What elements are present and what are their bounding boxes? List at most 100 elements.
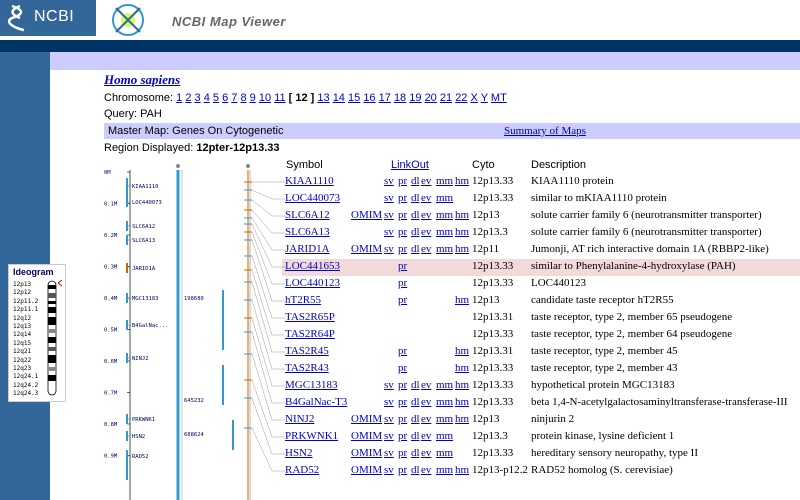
chromosome-link-x[interactable]: X [471,92,478,104]
chromosome-link-21[interactable]: 21 [440,92,452,104]
linkout-omim-link[interactable]: OMIM [351,413,382,425]
chromosome-link-6[interactable]: 6 [222,92,228,104]
linkout-ev-link[interactable]: ev [421,430,431,442]
chromosome-link-2[interactable]: 2 [185,92,191,104]
chromosome-link-mt[interactable]: MT [491,92,507,104]
linkout-dl-link[interactable]: dl [411,192,420,204]
gene-symbol-link[interactable]: B4GalNac-T3 [285,396,347,408]
linkout-pr-link[interactable]: pr [398,243,407,255]
linkout-ev-link[interactable]: ev [421,379,431,391]
gene-symbol-link[interactable]: TAS2R65P [285,311,335,323]
linkout-ev-link[interactable]: ev [421,192,431,204]
gene-symbol-link[interactable]: hT2R55 [285,294,321,306]
linkout-sv-link[interactable]: sv [384,226,394,238]
linkout-dl-link[interactable]: dl [411,209,420,221]
chromosome-link-5[interactable]: 5 [213,92,219,104]
linkout-pr-link[interactable]: pr [398,464,407,476]
map-gene-label[interactable]: LOC440073 [132,200,162,206]
linkout-dl-link[interactable]: dl [411,447,420,459]
map-gene-label[interactable]: JARID1A [132,266,156,272]
linkout-sv-link[interactable]: sv [384,243,394,255]
linkout-hm-link[interactable]: hm [455,379,469,391]
linkout-ev-link[interactable]: ev [421,413,431,425]
map-gene-label[interactable]: RAD52 [132,454,149,460]
linkout-pr-link[interactable]: pr [398,379,407,391]
ncbi-logo[interactable]: NCBI [0,0,96,36]
linkout-mm-link[interactable]: mm [436,243,453,255]
linkout-dl-link[interactable]: dl [411,413,420,425]
linkout-pr-link[interactable]: pr [398,447,407,459]
chromosome-link-4[interactable]: 4 [204,92,210,104]
linkout-hm-link[interactable]: hm [455,226,469,238]
linkout-sv-link[interactable]: sv [384,430,394,442]
linkout-mm-link[interactable]: mm [436,396,453,408]
linkout-pr-link[interactable]: pr [398,430,407,442]
gene-symbol-link[interactable]: SLC6A13 [285,226,330,238]
linkout-dl-link[interactable]: dl [411,243,420,255]
linkout-dl-link[interactable]: dl [411,226,420,238]
gene-symbol-link[interactable]: LOC441653 [285,260,340,272]
linkout-ev-link[interactable]: ev [421,447,431,459]
gene-symbol-link[interactable]: TAS2R43 [285,362,329,374]
chromosome-link-9[interactable]: 9 [250,92,256,104]
gene-symbol-link[interactable]: PRKWNK1 [285,430,338,442]
chromosome-link-15[interactable]: 15 [348,92,360,104]
linkout-sv-link[interactable]: sv [384,379,394,391]
gene-symbol-link[interactable]: NINJ2 [285,413,314,425]
linkout-omim-link[interactable]: OMIM [351,209,382,221]
chromosome-link-1[interactable]: 1 [176,92,182,104]
chromosome-link-16[interactable]: 16 [363,92,375,104]
gene-symbol-link[interactable]: RAD52 [285,464,319,476]
linkout-hm-link[interactable]: hm [455,396,469,408]
chromosome-link-10[interactable]: 10 [259,92,271,104]
gene-symbol-link[interactable]: LOC440123 [285,277,340,289]
contig-label[interactable]: 645232 [184,398,204,404]
chromosome-link-8[interactable]: 8 [240,92,246,104]
linkout-column-header[interactable]: LinkOut [391,159,429,171]
linkout-omim-link[interactable]: OMIM [351,243,382,255]
map-gene-label[interactable]: PRKWNK1 [132,417,155,423]
linkout-mm-link[interactable]: mm [436,447,453,459]
linkout-ev-link[interactable]: ev [421,209,431,221]
chromosome-link-17[interactable]: 17 [379,92,391,104]
gene-symbol-link[interactable]: SLC6A12 [285,209,330,221]
linkout-sv-link[interactable]: sv [384,175,394,187]
linkout-pr-link[interactable]: pr [398,175,407,187]
linkout-omim-link[interactable]: OMIM [351,447,382,459]
linkout-dl-link[interactable]: dl [411,175,420,187]
linkout-pr-link[interactable]: pr [398,345,407,357]
linkout-mm-link[interactable]: mm [436,379,453,391]
linkout-hm-link[interactable]: hm [455,345,469,357]
linkout-sv-link[interactable]: sv [384,209,394,221]
gene-symbol-link[interactable]: LOC440073 [285,192,340,204]
gene-symbol-link[interactable]: TAS2R64P [285,328,335,340]
map-gene-label[interactable]: SLC6A12 [132,224,155,230]
map-gene-label[interactable]: NINJ2 [132,356,149,362]
linkout-pr-link[interactable]: pr [398,277,407,289]
gene-symbol-link[interactable]: MGC13183 [285,379,338,391]
linkout-dl-link[interactable]: dl [411,396,420,408]
linkout-sv-link[interactable]: sv [384,192,394,204]
gene-symbol-link[interactable]: KIAA1110 [285,175,334,187]
linkout-hm-link[interactable]: hm [455,209,469,221]
linkout-hm-link[interactable]: hm [455,294,469,306]
linkout-ev-link[interactable]: ev [421,464,431,476]
linkout-dl-link[interactable]: dl [411,379,420,391]
contig-label[interactable]: 198680 [184,296,204,302]
linkout-ev-link[interactable]: ev [421,175,431,187]
chromosome-link-22[interactable]: 22 [455,92,467,104]
chromosome-link-20[interactable]: 20 [425,92,437,104]
gene-symbol-link[interactable]: JARID1A [285,243,330,255]
linkout-mm-link[interactable]: mm [436,464,453,476]
chromosome-link-3[interactable]: 3 [195,92,201,104]
linkout-dl-link[interactable]: dl [411,430,420,442]
linkout-pr-link[interactable]: pr [398,396,407,408]
linkout-ev-link[interactable]: ev [421,243,431,255]
species-link[interactable]: Homo sapiens [104,72,180,88]
linkout-mm-link[interactable]: mm [436,175,453,187]
chromosome-ideogram[interactable]: Ideogram 12p13 12p12 12p11.2 12p11.1 12q12 12… [8,264,66,402]
cytogenetic-gene-map[interactable]: 0M 0.1M 0.2M 0.3M 0.4M 0.5M 0.6M 0.7M 0.8M 0.9M 1… [100,160,285,500]
linkout-sv-link[interactable]: sv [384,396,394,408]
linkout-sv-link[interactable]: sv [384,464,394,476]
linkout-ev-link[interactable]: ev [421,226,431,238]
